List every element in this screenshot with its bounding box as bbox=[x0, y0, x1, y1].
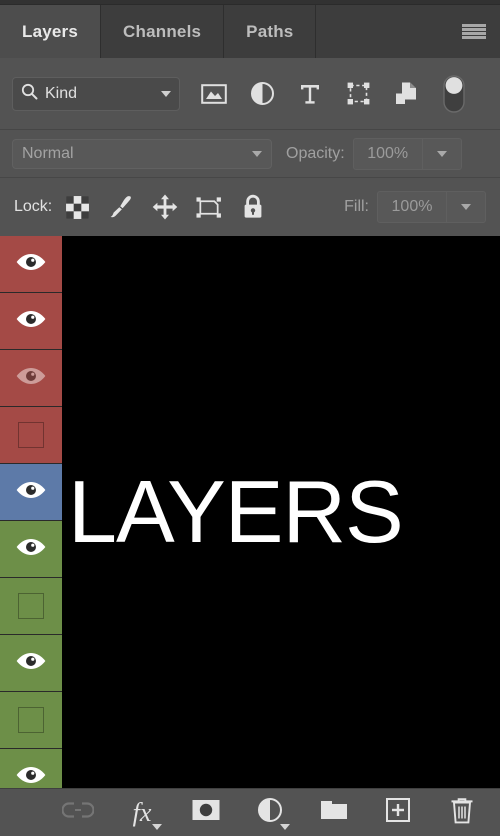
layer-visibility-toggle-off[interactable] bbox=[18, 593, 44, 619]
lock-row: Lock: Fill: 100% bbox=[0, 178, 500, 236]
blend-mode-row: Normal Opacity: 100% bbox=[0, 130, 500, 178]
add-layer-mask-button[interactable] bbox=[189, 796, 223, 830]
visibility-eye-icon bbox=[16, 652, 46, 669]
tab-layers[interactable]: Layers bbox=[0, 5, 102, 58]
tab-layers-label: Layers bbox=[22, 21, 79, 41]
chevron-down-icon bbox=[280, 823, 290, 830]
visibility-eye-icon bbox=[16, 538, 46, 555]
opacity-value[interactable]: 100% bbox=[354, 139, 422, 169]
new-adjustment-layer-button[interactable] bbox=[253, 796, 290, 830]
layer-visibility-toggle[interactable] bbox=[15, 537, 47, 562]
type-layer-filter-icon[interactable] bbox=[286, 74, 334, 114]
tab-channels[interactable]: Channels bbox=[101, 5, 225, 58]
tab-bar-filler bbox=[316, 5, 500, 58]
smart-object-filter-icon[interactable] bbox=[382, 74, 430, 114]
delete-layer-button[interactable] bbox=[445, 796, 479, 830]
layer-visibility-toggle[interactable] bbox=[15, 765, 47, 789]
visibility-eye-icon bbox=[16, 481, 46, 498]
layer-style-button[interactable]: fx bbox=[125, 796, 162, 830]
shape-layer-filter-icon[interactable] bbox=[334, 74, 382, 114]
lock-image-pixels-icon[interactable] bbox=[108, 194, 134, 220]
blend-mode-select[interactable]: Normal bbox=[12, 138, 272, 169]
tab-paths[interactable]: Paths bbox=[224, 5, 317, 58]
filter-kind-label: Kind bbox=[45, 84, 78, 102]
chevron-down-icon bbox=[436, 150, 447, 157]
layer-row-2[interactable] bbox=[0, 293, 62, 350]
tab-paths-label: Paths bbox=[246, 21, 294, 41]
canvas-text: LAYERS bbox=[68, 462, 404, 561]
visibility-eye-icon bbox=[16, 253, 46, 270]
layers-bottom-toolbar: fx bbox=[0, 788, 500, 836]
layer-row-4[interactable] bbox=[0, 407, 62, 464]
lock-label: Lock: bbox=[14, 198, 53, 215]
new-layer-button[interactable] bbox=[381, 796, 415, 830]
opacity-field[interactable]: 100% bbox=[352, 137, 462, 170]
opacity-label: Opacity: bbox=[286, 144, 345, 162]
lock-all-icon[interactable] bbox=[240, 194, 266, 220]
link-layers-button[interactable] bbox=[61, 796, 95, 830]
chevron-down-icon[interactable] bbox=[161, 90, 171, 97]
layer-row-6[interactable] bbox=[0, 521, 62, 578]
folder-icon bbox=[319, 798, 349, 827]
lock-artboard-nesting-icon[interactable] bbox=[196, 194, 222, 220]
lock-position-icon[interactable] bbox=[152, 194, 178, 220]
filter-kind-select[interactable]: Kind bbox=[12, 76, 180, 111]
layer-row-5[interactable] bbox=[0, 464, 62, 521]
opacity-stepper[interactable] bbox=[421, 138, 461, 169]
visibility-eye-icon bbox=[16, 367, 46, 384]
layer-visibility-toggle[interactable] bbox=[15, 309, 47, 334]
layer-row-10[interactable] bbox=[0, 749, 62, 788]
filter-enable-toggle[interactable] bbox=[430, 74, 478, 114]
new-group-button[interactable] bbox=[317, 796, 351, 830]
trash-icon bbox=[450, 797, 474, 829]
search-icon bbox=[21, 83, 38, 105]
adjustment-layer-filter-icon[interactable] bbox=[238, 74, 286, 114]
lock-transparent-pixels-icon[interactable] bbox=[64, 194, 90, 220]
layer-visibility-toggle[interactable] bbox=[15, 252, 47, 277]
hamburger-menu-icon[interactable] bbox=[462, 23, 486, 40]
fill-field[interactable]: 100% bbox=[377, 191, 486, 223]
layer-visibility-column bbox=[0, 236, 62, 788]
link-icon bbox=[61, 801, 95, 824]
layer-visibility-toggle[interactable] bbox=[15, 651, 47, 676]
layer-mask-icon bbox=[191, 798, 221, 827]
fill-stepper[interactable] bbox=[446, 192, 485, 222]
layer-list: LAYERS bbox=[0, 236, 500, 788]
layer-visibility-toggle[interactable] bbox=[15, 366, 47, 391]
new-layer-plus-icon bbox=[385, 797, 411, 828]
fx-icon: fx bbox=[132, 797, 152, 827]
layer-row-7[interactable] bbox=[0, 578, 62, 635]
layer-filter-row: Kind bbox=[0, 58, 500, 130]
chevron-down-icon bbox=[461, 204, 471, 210]
lock-buttons bbox=[64, 194, 266, 220]
layer-row-1[interactable] bbox=[0, 236, 62, 293]
panel-tab-bar: Layers Channels Paths bbox=[0, 5, 500, 58]
visibility-eye-icon bbox=[16, 310, 46, 327]
tab-channels-label: Channels bbox=[123, 21, 202, 41]
layers-panel: Layers Channels Paths Kind Normal Opacit… bbox=[0, 0, 500, 836]
layer-visibility-toggle-off[interactable] bbox=[18, 422, 44, 448]
chevron-down-icon bbox=[152, 823, 162, 830]
visibility-eye-icon bbox=[16, 766, 46, 783]
blend-mode-value: Normal bbox=[22, 144, 74, 162]
layer-row-3[interactable] bbox=[0, 350, 62, 407]
fill-label: Fill: bbox=[344, 198, 369, 215]
pixel-layer-filter-icon[interactable] bbox=[190, 74, 238, 114]
layer-row-8[interactable] bbox=[0, 635, 62, 692]
layer-row-9[interactable] bbox=[0, 692, 62, 749]
fill-value[interactable]: 100% bbox=[378, 192, 446, 222]
layer-visibility-toggle-off[interactable] bbox=[18, 707, 44, 733]
layer-visibility-toggle[interactable] bbox=[15, 480, 47, 505]
canvas-preview: LAYERS bbox=[62, 236, 500, 788]
chevron-down-icon[interactable] bbox=[252, 150, 262, 157]
filter-type-buttons bbox=[190, 74, 488, 114]
